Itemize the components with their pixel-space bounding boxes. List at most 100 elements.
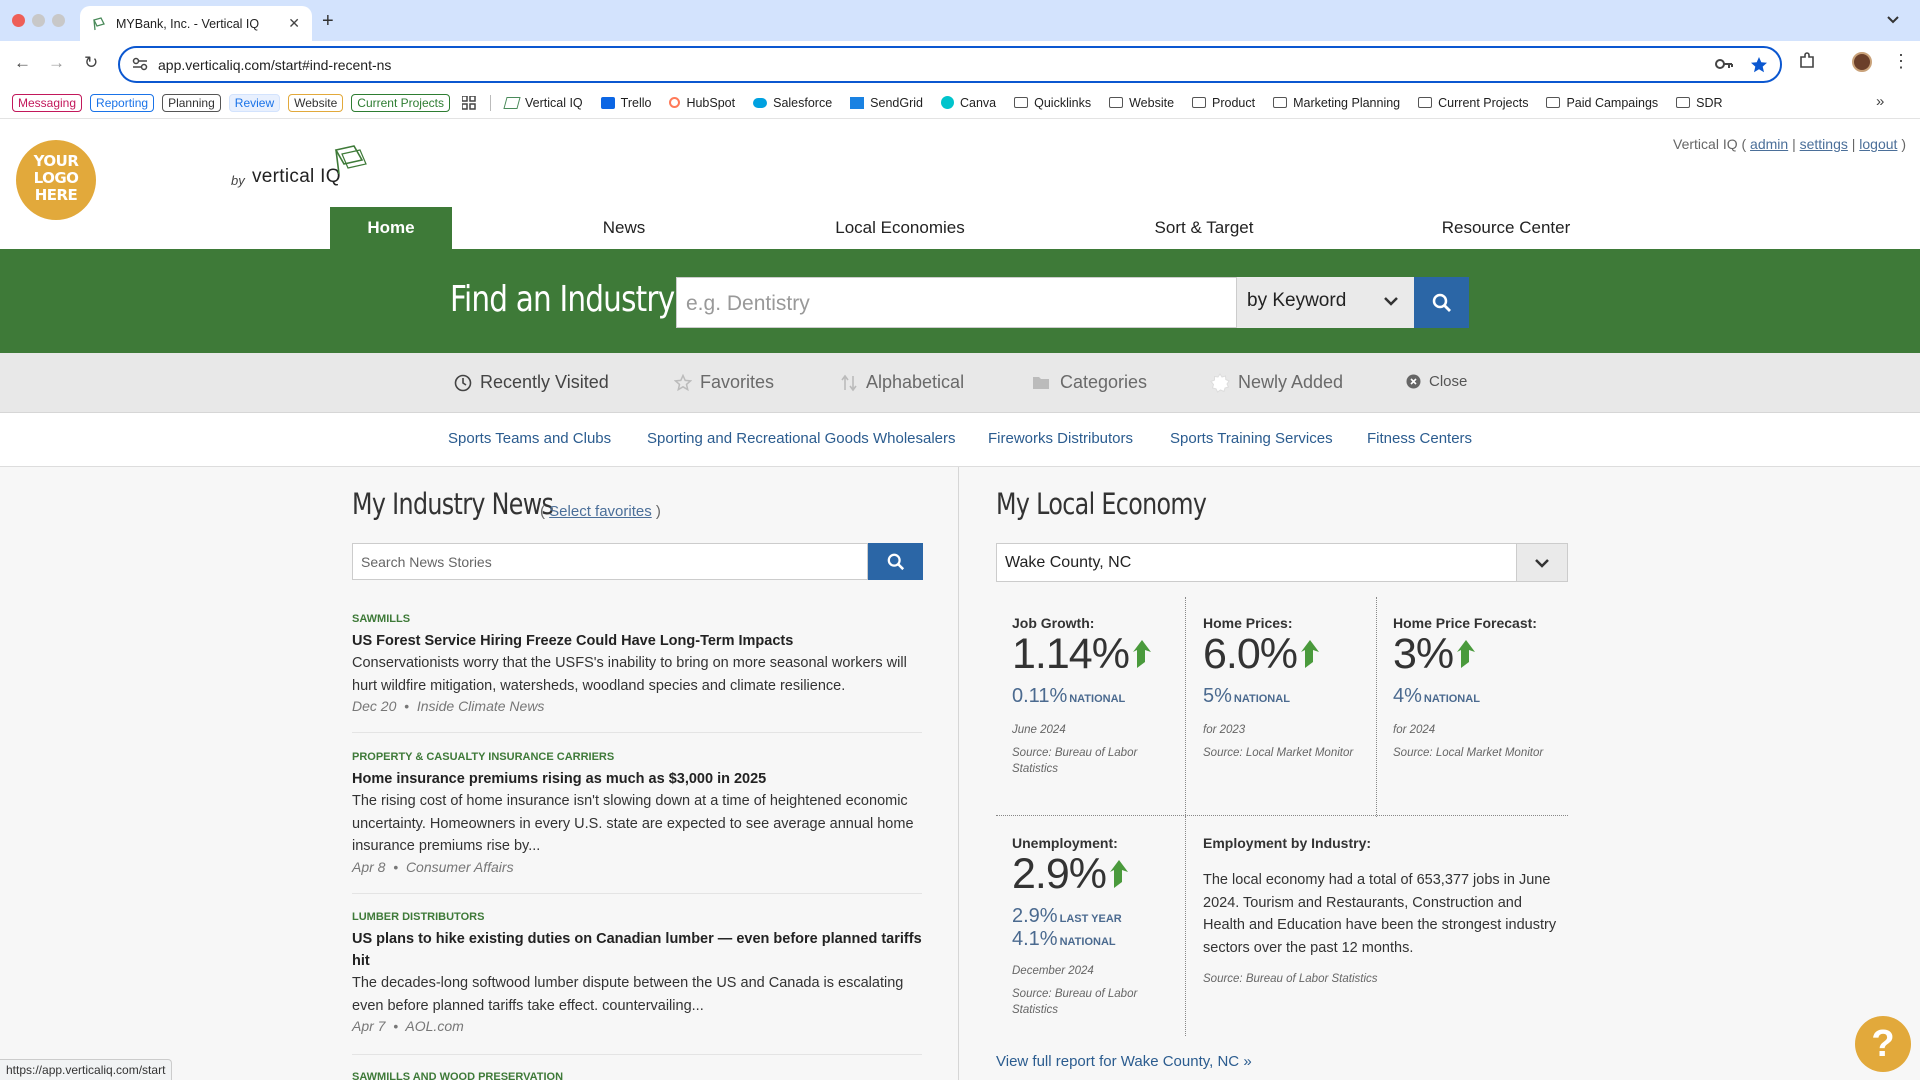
news-category[interactable]: SAWMILLS	[352, 613, 922, 625]
stat-value: 6.0%	[1203, 631, 1363, 677]
reload-icon[interactable]: ↻	[84, 53, 98, 73]
tab-search-chevron-icon[interactable]	[1886, 12, 1900, 26]
maximize-window-button[interactable]	[52, 14, 65, 27]
news-category[interactable]: LUMBER DISTRIBUTORS	[352, 911, 922, 923]
local-economy-title: My Local Economy	[996, 487, 1207, 521]
location-dropdown-button[interactable]	[1516, 543, 1568, 582]
forward-icon[interactable]: →	[48, 53, 65, 73]
apps-grid-icon[interactable]	[461, 95, 476, 110]
chevron-down-icon	[1535, 558, 1549, 568]
tab-favorites[interactable]: Favorites	[674, 372, 774, 393]
bookmark-reporting[interactable]: Reporting	[90, 93, 155, 112]
help-button[interactable]: ?	[1855, 1016, 1911, 1072]
news-headline[interactable]: US Forest Service Hiring Freeze Could Ha…	[352, 630, 922, 652]
news-category[interactable]: PROPERTY & CASUALTY INSURANCE CARRIERS	[352, 751, 922, 763]
bookmark-planning[interactable]: Planning	[162, 93, 221, 112]
news-search-button[interactable]	[868, 543, 923, 580]
stat-divider	[1376, 597, 1377, 817]
tab-categories[interactable]: Categories	[1032, 372, 1147, 393]
recent-industry-link[interactable]: Sports Training Services	[1170, 430, 1333, 447]
folder-icon	[1676, 97, 1691, 108]
up-arrow-icon	[1110, 860, 1129, 888]
recent-industry-link[interactable]: Fireworks Distributors	[988, 430, 1133, 447]
bookmark-canva[interactable]: Canva	[940, 96, 996, 110]
new-badge-icon	[1210, 372, 1230, 393]
profile-avatar[interactable]	[1852, 52, 1872, 72]
close-tabs-button[interactable]: Close	[1406, 373, 1467, 390]
tab-alphabetical[interactable]: Alphabetical	[840, 372, 964, 393]
browser-menu-icon[interactable]: ⋮	[1892, 51, 1910, 72]
close-tab-icon[interactable]: ✕	[288, 15, 300, 32]
industry-search-button[interactable]	[1414, 277, 1469, 328]
recent-industry-link[interactable]: Sporting and Recreational Goods Wholesal…	[647, 430, 956, 447]
full-report-link[interactable]: View full report for Wake County, NC »	[996, 1053, 1252, 1070]
bookmark-review[interactable]: Review	[228, 93, 281, 112]
verticaliq-brand[interactable]: vertical IQ	[252, 166, 341, 188]
folder-sdr[interactable]: SDR	[1676, 96, 1723, 110]
bookmark-trello[interactable]: Trello	[600, 96, 651, 110]
bookmark-sendgrid[interactable]: SendGrid	[850, 96, 923, 110]
back-icon[interactable]: ←	[14, 53, 31, 73]
news-headline[interactable]: Home insurance premiums rising as much a…	[352, 768, 922, 790]
nav-resource-center[interactable]: Resource Center	[1426, 207, 1586, 249]
tab-newly-added[interactable]: Newly Added	[1210, 372, 1343, 393]
folder-marketing-planning[interactable]: Marketing Planning	[1273, 96, 1400, 110]
folder-current-projects[interactable]: Current Projects	[1418, 96, 1528, 110]
location-select[interactable]: Wake County, NC	[996, 543, 1568, 582]
nav-news[interactable]: News	[568, 207, 680, 249]
search-mode-value: by Keyword	[1247, 290, 1347, 311]
news-search-input[interactable]: Search News Stories	[352, 543, 868, 580]
news-separator	[352, 1054, 922, 1055]
folder-quicklinks[interactable]: Quicklinks	[1014, 96, 1091, 110]
bookmark-hubspot[interactable]: HubSpot	[669, 96, 735, 110]
select-favorites-link[interactable]: Select favorites	[549, 503, 652, 520]
stat-period: for 2023	[1203, 724, 1246, 736]
bookmark-current-projects[interactable]: Current Projects	[351, 93, 450, 112]
bank-logo[interactable]: YOUR LOGO HERE	[16, 140, 96, 220]
folder-icon	[1546, 97, 1561, 108]
browser-tab[interactable]: MYBank, Inc. - Vertical IQ ✕	[80, 6, 312, 41]
site-info-icon[interactable]	[132, 57, 148, 71]
bookmark-salesforce[interactable]: Salesforce	[753, 96, 832, 110]
logout-link[interactable]: logout	[1859, 136, 1897, 152]
home-prices-stat: Home Prices: 6.0% 5% NATIONAL for 2023 So…	[1203, 615, 1363, 761]
more-bookmarks-icon[interactable]: »	[1876, 93, 1884, 110]
up-arrow-icon	[1301, 640, 1320, 668]
news-meta: Apr 8 • Consumer Affairs	[352, 858, 514, 875]
stat-last-year: 2.9% LAST YEAR	[1012, 905, 1122, 927]
address-bar[interactable]: app.verticaliq.com/start#ind-recent-ns	[118, 46, 1782, 83]
bookmark-messaging[interactable]: Messaging	[12, 93, 83, 112]
news-headline[interactable]: US plans to hike existing duties on Cana…	[352, 928, 922, 972]
new-tab-icon[interactable]: +	[322, 10, 334, 33]
url-text: app.verticaliq.com/start#ind-recent-ns	[158, 57, 392, 73]
up-arrow-icon	[1132, 640, 1151, 668]
industry-search-input[interactable]: e.g. Dentistry	[676, 277, 1237, 328]
stat-label: Home Prices:	[1203, 615, 1293, 631]
tab-recently-visited[interactable]: Recently Visited	[454, 372, 609, 393]
nav-home[interactable]: Home	[330, 207, 452, 249]
bookmark-vertical-iq[interactable]: Vertical IQ	[503, 96, 583, 110]
close-window-button[interactable]	[12, 14, 25, 27]
password-key-icon[interactable]	[1714, 56, 1734, 72]
sort-icon	[841, 374, 857, 391]
recent-industry-link[interactable]: Sports Teams and Clubs	[448, 430, 611, 447]
stat-source: Source: Local Market Monitor	[1203, 747, 1354, 759]
bookmark-star-icon[interactable]	[1750, 56, 1768, 74]
minimize-window-button[interactable]	[32, 14, 45, 27]
folder-product[interactable]: Product	[1192, 96, 1255, 110]
recent-industry-link[interactable]: Fitness Centers	[1367, 430, 1472, 447]
chevron-down-icon	[1384, 297, 1398, 306]
bookmark-website[interactable]: Website	[288, 93, 344, 112]
search-mode-select[interactable]: by Keyword	[1237, 277, 1414, 328]
folder-paid-campaings[interactable]: Paid Campaings	[1546, 96, 1658, 110]
news-category[interactable]: SAWMILLS AND WOOD PRESERVATION	[352, 1071, 922, 1080]
admin-link[interactable]: admin	[1750, 136, 1788, 152]
folder-website[interactable]: Website	[1109, 96, 1174, 110]
select-favorites: ( Select favorites )	[540, 503, 661, 520]
bookmarks-bar: Messaging Reporting Planning Review Webs…	[0, 87, 1920, 119]
nav-local-economies[interactable]: Local Economies	[820, 207, 980, 249]
stat-value: 1.14%	[1012, 631, 1172, 677]
extensions-icon[interactable]	[1798, 52, 1816, 70]
settings-link[interactable]: settings	[1800, 136, 1848, 152]
nav-sort-target[interactable]: Sort & Target	[1130, 207, 1278, 249]
